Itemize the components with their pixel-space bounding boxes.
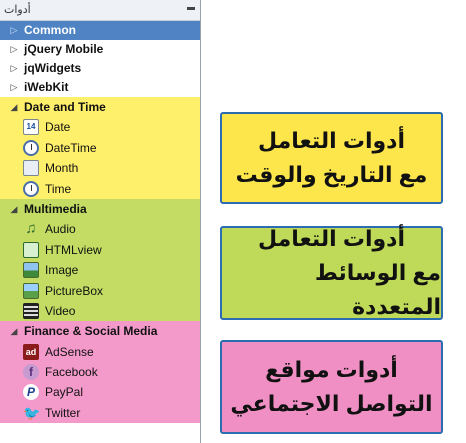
paypal-icon: P bbox=[23, 384, 39, 401]
calendar-month-icon bbox=[23, 160, 39, 177]
callout-line: أدوات التعامل bbox=[258, 226, 405, 251]
calendar-icon: 14 bbox=[23, 119, 39, 136]
tool-datetime[interactable]: DateTime bbox=[0, 138, 200, 158]
callout-multimedia-tools: أدوات التعامل مع الوسائط المتعددة bbox=[220, 226, 443, 320]
tool-adsense[interactable]: ad AdSense bbox=[0, 342, 200, 362]
group-finance-social-media[interactable]: ◢ Finance & Social Media bbox=[0, 321, 200, 341]
expand-arrow-icon[interactable]: ▷ bbox=[8, 78, 20, 97]
image-icon bbox=[23, 262, 39, 279]
tool-image[interactable]: Image bbox=[0, 260, 200, 280]
music-note-icon: ♫ bbox=[25, 220, 37, 238]
expand-arrow-icon[interactable]: ▷ bbox=[8, 40, 20, 59]
callout-line: أدوات مواقع bbox=[265, 357, 398, 382]
tool-facebook[interactable]: f Facebook bbox=[0, 362, 200, 382]
expand-arrow-icon[interactable]: ▷ bbox=[8, 59, 20, 78]
minimize-icon[interactable] bbox=[187, 7, 195, 10]
picturebox-icon bbox=[23, 282, 39, 299]
callout-line: مع الوسائط المتعددة bbox=[314, 260, 441, 319]
collapse-arrow-icon[interactable]: ◢ bbox=[8, 321, 20, 341]
callout-social-tools: أدوات مواقع التواصل الاجتماعي bbox=[220, 340, 443, 434]
callout-line: مع التاريخ والوقت bbox=[235, 162, 428, 187]
tool-picturebox[interactable]: PictureBox bbox=[0, 281, 200, 301]
callout-line: أدوات التعامل bbox=[258, 128, 405, 153]
callout-line: التواصل الاجتماعي bbox=[230, 391, 433, 416]
section-multimedia: ◢ Multimedia ♫ Audio HTMLview Image Pict… bbox=[0, 198, 200, 322]
expand-arrow-icon[interactable]: ▷ bbox=[8, 21, 20, 40]
group-multimedia[interactable]: ◢ Multimedia bbox=[0, 199, 200, 219]
callout-date-time-tools: أدوات التعامل مع التاريخ والوقت bbox=[220, 112, 443, 204]
tool-month[interactable]: Month bbox=[0, 158, 200, 178]
group-common[interactable]: ▷ Common bbox=[0, 21, 200, 40]
video-film-icon bbox=[23, 302, 39, 319]
section-finance-social: ◢ Finance & Social Media ad AdSense f Fa… bbox=[0, 321, 200, 424]
html-view-icon bbox=[23, 241, 39, 258]
collapse-arrow-icon[interactable]: ◢ bbox=[8, 97, 20, 117]
tool-time[interactable]: Time bbox=[0, 179, 200, 199]
adsense-icon: ad bbox=[23, 343, 39, 360]
section-date-time: ◢ Date and Time 14 Date DateTime Month T… bbox=[0, 97, 200, 199]
tool-htmlview[interactable]: HTMLview bbox=[0, 240, 200, 260]
toolbox-titlebar: أدوات bbox=[0, 0, 200, 21]
facebook-icon: f bbox=[23, 364, 39, 381]
group-date-and-time[interactable]: ◢ Date and Time bbox=[0, 97, 200, 117]
tool-paypal[interactable]: P PayPal bbox=[0, 382, 200, 402]
tool-video[interactable]: Video bbox=[0, 301, 200, 321]
tool-twitter[interactable]: 🐦 Twitter bbox=[0, 403, 200, 423]
clock-icon bbox=[23, 180, 39, 197]
collapse-arrow-icon[interactable]: ◢ bbox=[8, 199, 20, 219]
toolbox-title: أدوات bbox=[4, 4, 31, 16]
clock-icon bbox=[23, 139, 39, 156]
group-jqwidgets[interactable]: ▷ jqWidgets bbox=[0, 59, 200, 78]
tool-date[interactable]: 14 Date bbox=[0, 117, 200, 137]
toolbox-panel: أدوات ▷ Common ▷ jQuery Mobile ▷ jqWidge… bbox=[0, 0, 201, 443]
twitter-bird-icon: 🐦 bbox=[23, 404, 41, 421]
group-jquery-mobile[interactable]: ▷ jQuery Mobile bbox=[0, 40, 200, 59]
group-iwebkit[interactable]: ▷ iWebKit bbox=[0, 78, 200, 97]
tool-audio[interactable]: ♫ Audio bbox=[0, 219, 200, 239]
